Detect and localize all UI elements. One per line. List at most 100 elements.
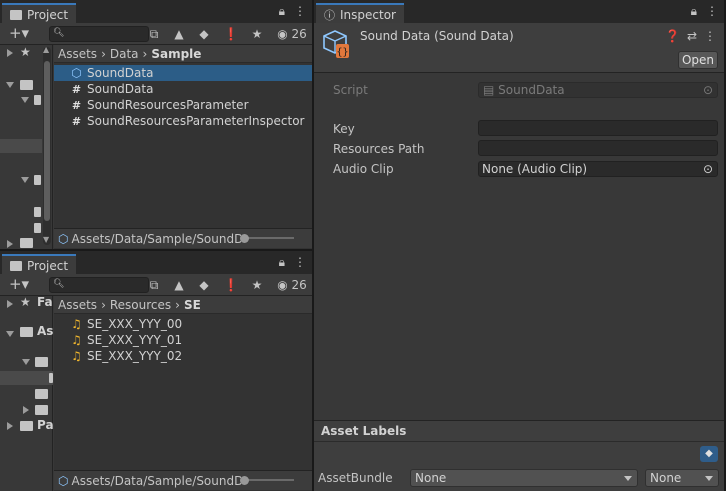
favorite-star-icon[interactable]: ★ xyxy=(247,25,267,43)
list-item[interactable]: # SoundResourcesParameterInspector xyxy=(54,113,312,129)
create-dropdown-icon[interactable]: +▾ xyxy=(4,25,34,43)
cs-script-icon: # xyxy=(71,82,82,96)
folder-icon xyxy=(10,9,22,20)
audio-clip-field[interactable]: None (Audio Clip) ⊙ xyxy=(478,161,718,177)
assetbundle-variant-value: None xyxy=(650,471,682,485)
scroll-down-arrow-icon[interactable]: ▼ xyxy=(43,235,49,244)
tree-item-label[interactable]: Pa xyxy=(37,418,54,432)
tag-icon[interactable]: ◆ xyxy=(194,276,214,294)
more-menu-icon[interactable]: ⋮ xyxy=(706,4,718,19)
assetbundle-label: AssetBundle xyxy=(318,471,393,485)
list-item[interactable]: ♫ SE_XXX_YYY_02 xyxy=(54,348,312,364)
inspector-panel: ⓘ Inspector 🔒︎ ⋮ {} Sound Data (Sound Da… xyxy=(314,0,724,491)
more-menu-icon[interactable]: ⋮ xyxy=(294,4,306,19)
status-path: Assets/Data/Sample/SoundDa xyxy=(71,231,242,246)
tag-icon[interactable]: ◆ xyxy=(194,25,214,43)
search-input[interactable]: 🔍︎ xyxy=(49,26,149,42)
breadcrumb: Assets › Resources › SE xyxy=(54,296,312,314)
package-count: 26 xyxy=(291,27,307,41)
object-picker-icon[interactable]: ⊙ xyxy=(703,162,713,176)
list-item[interactable]: ♫ SE_XXX_YYY_01 xyxy=(54,332,312,348)
vertical-splitter[interactable] xyxy=(312,0,314,491)
expand-arrow-icon[interactable] xyxy=(22,359,30,365)
preset-icon[interactable]: ⇄ xyxy=(687,29,697,43)
more-menu-icon[interactable]: ⋮ xyxy=(294,255,306,270)
scriptable-object-icon: ⬡ xyxy=(71,66,82,80)
log-filter-icon[interactable]: ❗ xyxy=(221,276,241,294)
hidden-packages-icon[interactable]: ◉ 26 xyxy=(274,25,310,43)
inspector-tab[interactable]: ⓘ Inspector xyxy=(316,3,404,23)
list-item[interactable]: # SoundResourcesParameter xyxy=(54,97,312,113)
property-label-resources-path: Resources Path xyxy=(333,142,425,156)
folder-icon xyxy=(10,260,22,271)
info-icon: ⓘ xyxy=(324,8,335,22)
search-by-label-icon[interactable]: ▲ xyxy=(169,25,189,43)
resources-path-field[interactable] xyxy=(478,140,718,156)
list-item[interactable]: # SoundData xyxy=(54,81,312,97)
tree-item-label[interactable]: As xyxy=(37,324,53,338)
breadcrumb-item[interactable]: Assets xyxy=(58,47,97,61)
search-input[interactable]: 🔍︎ xyxy=(49,277,149,293)
horizontal-splitter[interactable] xyxy=(0,249,312,251)
lock-icon[interactable]: 🔒︎ xyxy=(279,4,285,19)
folder-icon xyxy=(49,373,53,383)
more-menu-icon[interactable]: ⋮ xyxy=(704,29,716,43)
label-tag-icon[interactable]: ◆ xyxy=(700,446,718,462)
open-button-label: Open xyxy=(681,53,715,67)
breadcrumb-item[interactable]: Resources xyxy=(110,298,171,312)
search-icon: 🔍︎ xyxy=(53,28,65,38)
create-dropdown-icon[interactable]: +▾ xyxy=(4,276,34,294)
list-item[interactable]: ♫ SE_XXX_YYY_00 xyxy=(54,316,312,332)
search-by-type-icon[interactable]: ⧉ xyxy=(144,25,164,43)
asset-labels-section: Asset Labels ◆ AssetBundle None None xyxy=(314,420,724,491)
folder-tree[interactable]: ★ ▲ ▼ xyxy=(0,45,53,249)
tree-selection xyxy=(0,371,53,385)
breadcrumb-item[interactable]: Data xyxy=(110,47,139,61)
expand-arrow-icon[interactable] xyxy=(21,177,29,183)
help-icon[interactable]: ❓ xyxy=(665,29,680,43)
expand-arrow-icon[interactable] xyxy=(7,300,13,308)
file-name: SE_XXX_YYY_00 xyxy=(87,317,183,331)
key-field[interactable] xyxy=(478,120,718,136)
breadcrumb-current[interactable]: Sample xyxy=(151,47,201,61)
expand-arrow-icon[interactable] xyxy=(6,331,14,337)
icon-size-slider-knob[interactable] xyxy=(240,234,249,243)
expand-arrow-icon[interactable] xyxy=(6,82,14,88)
list-item[interactable]: ⬡ SoundData xyxy=(54,65,312,81)
lock-icon[interactable]: 🔒︎ xyxy=(279,255,285,270)
expand-arrow-icon[interactable] xyxy=(21,97,29,103)
expand-arrow-icon[interactable] xyxy=(7,240,13,248)
property-label-key: Key xyxy=(333,122,355,136)
project-toolbar: +▾ 🔍︎ ⧉ ▲ ◆ ❗ ★ ◉ 26 xyxy=(0,23,312,45)
hidden-packages-icon[interactable]: ◉ 26 xyxy=(274,276,310,294)
icon-size-slider[interactable] xyxy=(244,237,294,239)
folder-icon xyxy=(20,421,33,431)
search-by-label-icon[interactable]: ▲ xyxy=(169,276,189,294)
folder-icon xyxy=(20,80,33,90)
tree-item-label[interactable]: Fa xyxy=(37,295,53,309)
folder-tree[interactable]: ★ Fa As Pa xyxy=(0,295,54,491)
scroll-up-arrow-icon[interactable]: ▲ xyxy=(43,45,49,54)
search-by-type-icon[interactable]: ⧉ xyxy=(144,276,164,294)
icon-size-slider[interactable] xyxy=(244,479,294,481)
project-tab[interactable]: Project xyxy=(2,254,77,274)
breadcrumb-current[interactable]: SE xyxy=(184,298,201,312)
assetbundle-variant-dropdown[interactable]: None xyxy=(645,469,719,487)
expand-arrow-icon[interactable] xyxy=(7,49,13,57)
open-button[interactable]: Open xyxy=(678,51,718,69)
audio-clip-value: None (Audio Clip) xyxy=(482,162,588,176)
project-tabbar: Project 🔒︎ ⋮ xyxy=(0,0,312,23)
favorites-star-icon: ★ xyxy=(20,295,31,309)
project-panel-top: Project 🔒︎ ⋮ +▾ 🔍︎ ⧉ ▲ ◆ ❗ ★ ◉ 26 ★ ▲ ▼ xyxy=(0,0,312,249)
project-panel-bottom: Project 🔒︎ ⋮ +▾ 🔍︎ ⧉ ▲ ◆ ❗ ★ ◉ 26 ★ Fa A… xyxy=(0,251,312,491)
breadcrumb-item[interactable]: Assets xyxy=(58,298,97,312)
assetbundle-dropdown[interactable]: None xyxy=(410,469,638,487)
log-filter-icon[interactable]: ❗ xyxy=(221,25,241,43)
lock-icon[interactable]: 🔒︎ xyxy=(691,4,697,19)
expand-arrow-icon[interactable] xyxy=(23,406,29,414)
tree-scrollbar-thumb[interactable] xyxy=(44,61,50,221)
icon-size-slider-knob[interactable] xyxy=(240,476,249,485)
favorite-star-icon[interactable]: ★ xyxy=(247,276,267,294)
expand-arrow-icon[interactable] xyxy=(7,422,13,430)
project-tab[interactable]: Project xyxy=(2,3,77,23)
